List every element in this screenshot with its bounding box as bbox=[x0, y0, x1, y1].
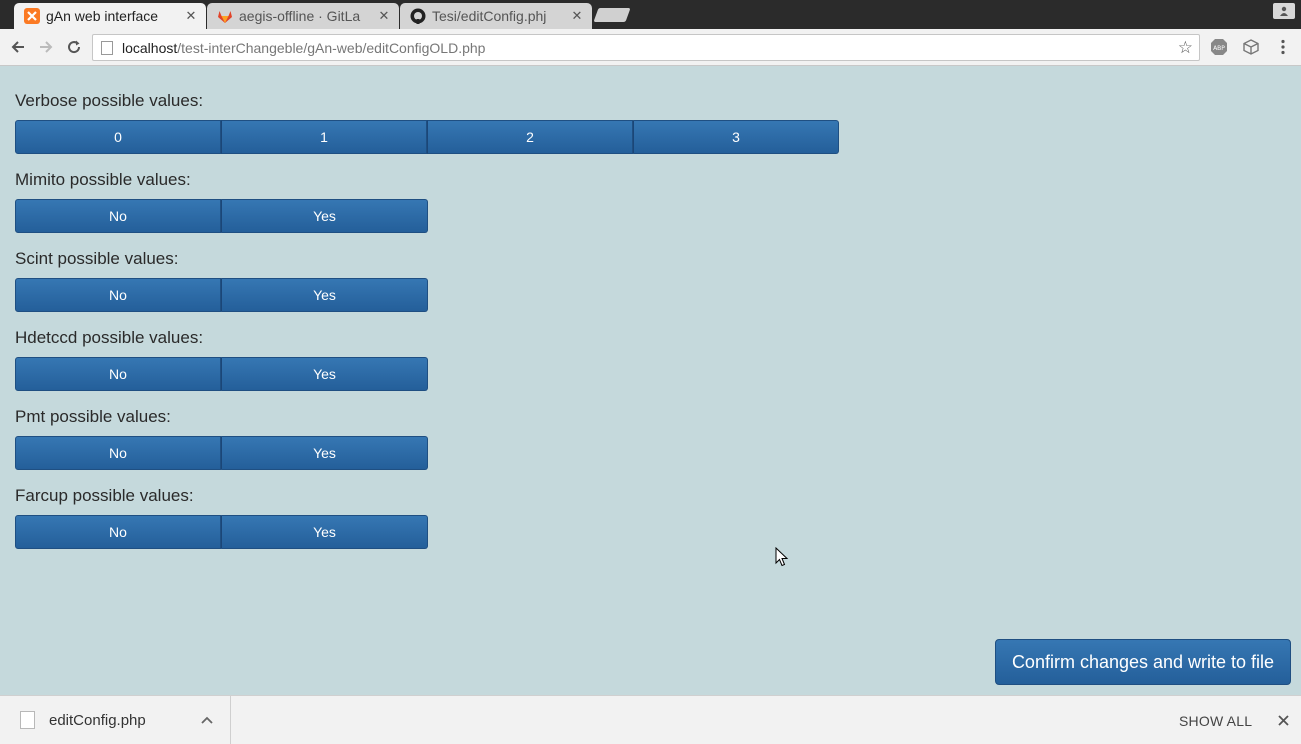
mimito-yes-button[interactable]: Yes bbox=[221, 199, 428, 233]
pmt-label: Pmt possible values: bbox=[15, 407, 171, 426]
tab-title: aegis-offline · GitLa bbox=[239, 8, 361, 24]
browser-tab-strip: gAn web interface ✕ aegis-offline · GitL… bbox=[0, 0, 1301, 29]
scint-yes-button[interactable]: Yes bbox=[221, 278, 428, 312]
scint-button-group: No Yes bbox=[15, 278, 428, 312]
xampp-icon bbox=[24, 8, 40, 24]
verbose-option-2[interactable]: 2 bbox=[427, 120, 633, 154]
hdetccd-no-button[interactable]: No bbox=[15, 357, 221, 391]
tab-title: Tesi/editConfig.phj bbox=[432, 8, 547, 24]
page-icon bbox=[101, 40, 113, 55]
pmt-button-group: No Yes bbox=[15, 436, 428, 470]
download-filename: editConfig.php bbox=[49, 712, 146, 729]
adblock-icon[interactable]: ABP bbox=[1210, 38, 1228, 56]
farcup-label: Farcup possible values: bbox=[15, 486, 194, 505]
farcup-no-button[interactable]: No bbox=[15, 515, 221, 549]
scint-label: Scint possible values: bbox=[15, 249, 179, 268]
mimito-label: Mimito possible values: bbox=[15, 170, 191, 189]
scint-no-button[interactable]: No bbox=[15, 278, 221, 312]
confirm-write-button[interactable]: Confirm changes and write to file bbox=[995, 639, 1291, 685]
farcup-yes-button[interactable]: Yes bbox=[221, 515, 428, 549]
svg-text:ABP: ABP bbox=[1213, 45, 1225, 52]
mimito-no-button[interactable]: No bbox=[15, 199, 221, 233]
hdetccd-yes-button[interactable]: Yes bbox=[221, 357, 428, 391]
tab-close-icon[interactable]: ✕ bbox=[184, 8, 198, 24]
forward-arrow-icon[interactable] bbox=[36, 37, 56, 57]
verbose-option-3[interactable]: 3 bbox=[633, 120, 839, 154]
tab-close-icon[interactable]: ✕ bbox=[377, 8, 391, 24]
hdetccd-label: Hdetccd possible values: bbox=[15, 328, 204, 347]
chevron-up-icon[interactable] bbox=[199, 712, 215, 728]
file-icon bbox=[20, 711, 35, 729]
pmt-yes-button[interactable]: Yes bbox=[221, 436, 428, 470]
close-icon[interactable] bbox=[1275, 712, 1291, 728]
extension-cube-icon[interactable] bbox=[1242, 38, 1260, 56]
tab-tesi-editconfig[interactable]: Tesi/editConfig.phj ✕ bbox=[400, 3, 592, 29]
tab-aegis-offline[interactable]: aegis-offline · GitLa ✕ bbox=[207, 3, 399, 29]
reload-icon[interactable] bbox=[64, 37, 84, 57]
verbose-option-0[interactable]: 0 bbox=[15, 120, 221, 154]
tab-close-icon[interactable]: ✕ bbox=[570, 8, 584, 24]
verbose-option-1[interactable]: 1 bbox=[221, 120, 427, 154]
back-arrow-icon[interactable] bbox=[8, 37, 28, 57]
verbose-label: Verbose possible values: bbox=[15, 91, 204, 110]
show-all-button[interactable]: SHOW ALL bbox=[1179, 713, 1252, 729]
github-icon bbox=[410, 8, 426, 24]
download-shelf: editConfig.php SHOW ALL bbox=[0, 695, 1301, 744]
verbose-button-group: 0 1 2 3 bbox=[15, 120, 839, 154]
menu-kebab-icon[interactable] bbox=[1274, 38, 1292, 56]
tab-gan-web-interface[interactable]: gAn web interface ✕ bbox=[14, 3, 206, 29]
mouse-cursor-icon bbox=[775, 547, 789, 567]
pmt-no-button[interactable]: No bbox=[15, 436, 221, 470]
hdetccd-button-group: No Yes bbox=[15, 357, 428, 391]
farcup-button-group: No Yes bbox=[15, 515, 428, 549]
download-item[interactable]: editConfig.php bbox=[0, 696, 231, 744]
bookmark-star-icon[interactable]: ☆ bbox=[1178, 38, 1193, 58]
url-path: /test-interChangeble/gAn-web/editConfigO… bbox=[177, 39, 486, 56]
gitlab-icon bbox=[217, 8, 233, 24]
url-host: localhost bbox=[122, 39, 178, 56]
profile-icon[interactable] bbox=[1273, 3, 1295, 19]
new-tab-button[interactable] bbox=[593, 8, 631, 22]
address-bar[interactable]: localhost/test-interChangeble/gAn-web/ed… bbox=[92, 34, 1200, 61]
mimito-button-group: No Yes bbox=[15, 199, 428, 233]
tab-title: gAn web interface bbox=[46, 8, 159, 24]
browser-toolbar: localhost/test-interChangeble/gAn-web/ed… bbox=[0, 29, 1301, 66]
